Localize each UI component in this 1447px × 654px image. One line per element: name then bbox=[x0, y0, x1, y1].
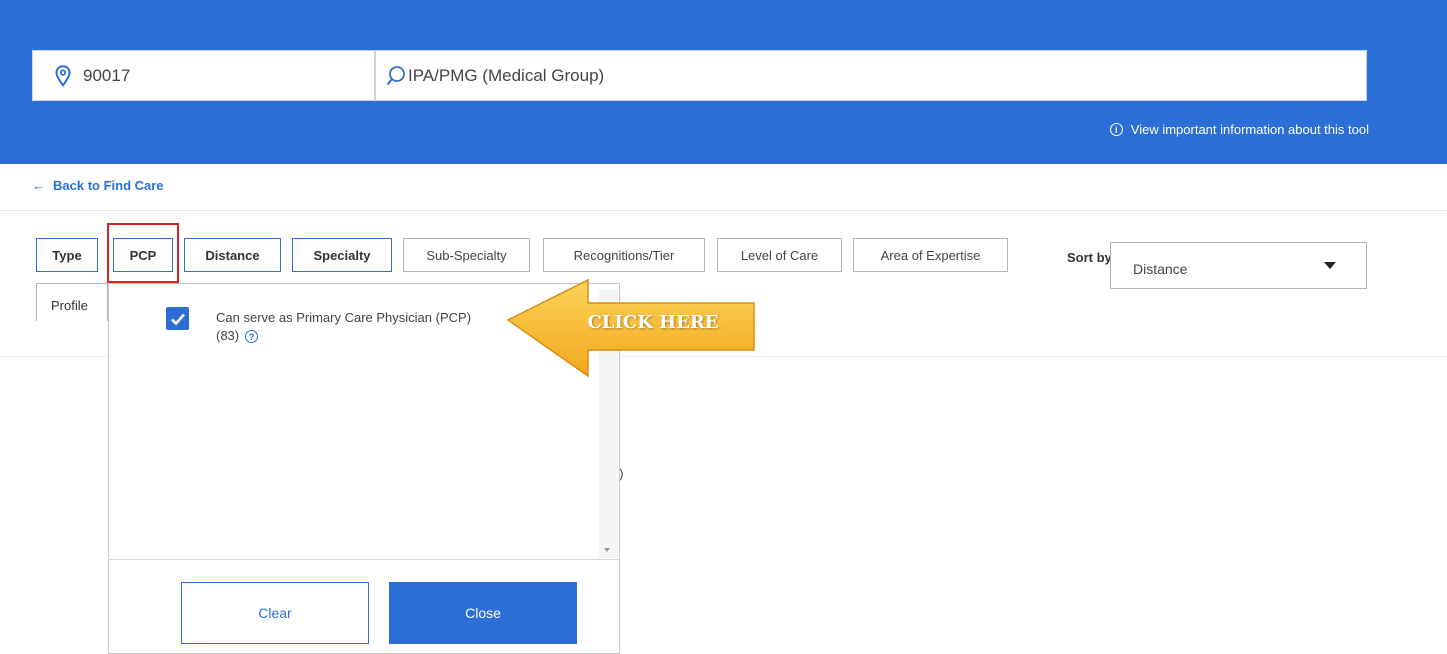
location-input[interactable]: 90017 bbox=[32, 50, 375, 101]
search-icon bbox=[386, 65, 406, 87]
scroll-down-arrow-icon[interactable] bbox=[604, 548, 610, 552]
sort-select[interactable]: Distance bbox=[1110, 242, 1367, 289]
filter-chip-label: Sub-Specialty bbox=[426, 247, 507, 263]
dropdown-divider bbox=[108, 559, 620, 560]
back-to-find-care-link[interactable]: ← Back to Find Care bbox=[32, 178, 164, 193]
sort-value: Distance bbox=[1133, 260, 1188, 277]
tab-profile[interactable]: Profile bbox=[36, 283, 108, 321]
pcp-checkbox[interactable] bbox=[166, 307, 189, 330]
clear-button[interactable]: Clear bbox=[181, 582, 369, 644]
pcp-highlight-box bbox=[107, 223, 179, 283]
important-info-label: View important information about this to… bbox=[1130, 122, 1369, 137]
pcp-option-label[interactable]: Can serve as Primary Care Physician (PCP… bbox=[216, 309, 471, 345]
filter-chip-label: Recognitions/Tier bbox=[573, 247, 675, 263]
filter-chip-distance[interactable]: Distance bbox=[184, 238, 281, 272]
close-button[interactable]: Close bbox=[389, 582, 577, 644]
header-banner: 90017 IPA/PMG (Medical Group) i View imp… bbox=[0, 0, 1447, 164]
checkbox-check-icon bbox=[170, 313, 185, 325]
info-icon: i bbox=[1109, 123, 1123, 136]
tab-profile-label: Profile bbox=[51, 298, 88, 313]
search-input[interactable]: IPA/PMG (Medical Group) bbox=[375, 50, 1367, 101]
search-value: IPA/PMG (Medical Group) bbox=[408, 65, 605, 85]
click-here-label: CLICK HERE bbox=[587, 311, 719, 333]
caret-down-icon bbox=[1324, 262, 1336, 269]
divider bbox=[0, 210, 1447, 211]
filter-chip-label: Area of Expertise bbox=[880, 247, 981, 263]
filter-chip-specialty[interactable]: Specialty bbox=[292, 238, 392, 272]
back-arrow-icon: ← bbox=[32, 178, 45, 193]
filter-chip-label: Specialty bbox=[313, 247, 371, 263]
filter-chip-recognitions-tier[interactable]: Recognitions/Tier bbox=[543, 238, 705, 272]
help-icon[interactable]: ? bbox=[245, 330, 259, 344]
filter-chip-level-of-care[interactable]: Level of Care bbox=[717, 238, 842, 272]
filter-chip-area-of-expertise[interactable]: Area of Expertise bbox=[853, 238, 1008, 272]
pcp-option-count: (83) bbox=[216, 328, 240, 343]
location-value: 90017 bbox=[83, 65, 131, 85]
pcp-option-text: Can serve as Primary Care Physician (PCP… bbox=[216, 310, 472, 325]
location-pin-icon bbox=[55, 64, 71, 87]
back-label: Back to Find Care bbox=[53, 178, 164, 193]
filter-chip-type[interactable]: Type bbox=[36, 238, 98, 272]
sort-by-label: Sort by: bbox=[1067, 250, 1117, 265]
filter-chip-label: Level of Care bbox=[740, 247, 819, 263]
filter-chip-label: Type bbox=[52, 247, 82, 263]
important-info-link[interactable]: i View important information about this … bbox=[1109, 122, 1369, 137]
filter-chip-label: Distance bbox=[205, 247, 260, 263]
filter-chip-sub-specialty[interactable]: Sub-Specialty bbox=[403, 238, 530, 272]
